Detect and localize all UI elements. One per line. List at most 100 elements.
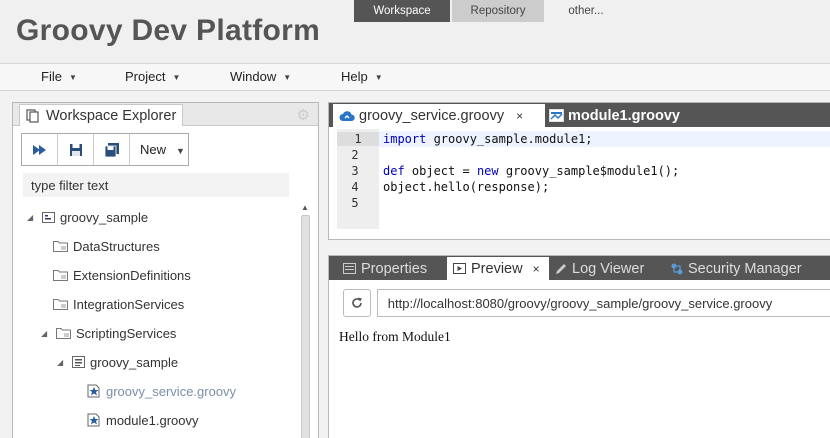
editor-file-icon xyxy=(549,109,564,122)
new-dropdown-button[interactable]: New ▼ xyxy=(130,142,185,157)
new-label: New xyxy=(140,142,167,157)
code-keyword: import xyxy=(383,132,427,146)
save-icon xyxy=(69,143,82,156)
tab-label: Log Viewer xyxy=(572,260,645,277)
tree-item-project[interactable]: ◢ groovy_sample xyxy=(27,207,148,227)
save-all-button[interactable] xyxy=(94,134,130,165)
menu-window[interactable]: Window ▼ xyxy=(230,69,291,84)
explorer-tabbar: Workspace Explorer ⚙ xyxy=(13,103,318,126)
tree-label: DataStructures xyxy=(73,238,160,254)
properties-icon xyxy=(343,263,356,274)
perspective-workspace[interactable]: Workspace xyxy=(354,0,450,22)
refresh-icon xyxy=(352,297,362,308)
security-icon xyxy=(671,263,683,274)
preview-output: Hello from Module1 xyxy=(339,329,451,344)
tree-item-module1[interactable]: module1.groovy xyxy=(87,410,199,430)
menu-project[interactable]: Project ▼ xyxy=(125,69,180,84)
preview-tabbar: Properties Preview × Log Viewer Security… xyxy=(329,256,830,280)
save-all-icon xyxy=(104,142,119,157)
tab-workspace-explorer[interactable]: Workspace Explorer xyxy=(19,104,183,126)
caret-down-icon: ▼ xyxy=(176,145,185,156)
explorer-toolbar: New ▼ xyxy=(21,133,189,166)
editor-panel: groovy_service.groovy × module1.groovy 1… xyxy=(328,102,830,240)
code-keyword: new xyxy=(476,164,499,178)
tab-label: Security Manager xyxy=(688,260,802,277)
workspace-explorer-panel: Workspace Explorer ⚙ New ▼ type filter te… xyxy=(12,102,319,438)
chevron-down-icon: ▼ xyxy=(374,73,383,82)
folder-icon xyxy=(53,240,68,252)
tree-scrollbar[interactable]: ▲ xyxy=(299,203,311,438)
code-text: object = xyxy=(404,164,477,178)
preview-icon xyxy=(453,263,466,274)
tree-item-datastructures[interactable]: DataStructures xyxy=(53,236,160,256)
folder-icon xyxy=(53,298,68,310)
close-icon[interactable]: × xyxy=(516,109,523,123)
tab-security-manager[interactable]: Security Manager xyxy=(671,257,802,280)
tree-item-scriptingservices[interactable]: ◢ ScriptingServices xyxy=(41,323,176,343)
chevron-down-icon: ▼ xyxy=(172,73,181,82)
tree-label: IntegrationServices xyxy=(73,296,185,312)
perspective-repository[interactable]: Repository xyxy=(452,0,544,22)
pencil-icon xyxy=(556,263,566,274)
line-number-gutter: 1 2 3 4 5 xyxy=(337,129,379,229)
menu-file-label: File xyxy=(41,69,62,84)
line-number: 5 xyxy=(351,196,359,210)
menu-help-label: Help xyxy=(341,69,368,84)
scroll-up-icon[interactable]: ▲ xyxy=(301,203,309,212)
code-text: object.hello(response); xyxy=(383,180,550,194)
code-keyword: def xyxy=(383,164,405,178)
menu-window-label: Window xyxy=(230,69,277,84)
preview-panel: Properties Preview × Log Viewer Security… xyxy=(328,255,830,438)
scroll-thumb[interactable] xyxy=(301,215,310,438)
cloud-icon xyxy=(339,110,355,121)
publish-button[interactable] xyxy=(22,134,58,165)
filter-input[interactable]: type filter text xyxy=(23,173,289,197)
tab-properties[interactable]: Properties xyxy=(343,257,427,280)
tree-item-groovy-service[interactable]: groovy_service.groovy xyxy=(87,381,236,401)
menu-help[interactable]: Help ▼ xyxy=(341,69,383,84)
url-input[interactable]: http://localhost:8080/groovy/groovy_samp… xyxy=(376,289,830,317)
reload-button[interactable] xyxy=(343,289,371,317)
folder-icon xyxy=(53,269,68,281)
groovy-file-icon xyxy=(87,413,101,427)
code-text: groovy_sample.module1; xyxy=(426,132,593,146)
tab-preview[interactable]: Preview × xyxy=(447,257,549,280)
editor-tabbar: groovy_service.groovy × module1.groovy xyxy=(329,103,830,127)
code-line-4: object.hello(response); xyxy=(383,180,549,196)
tree-label: module1.groovy xyxy=(106,412,199,428)
perspective-switcher: Workspace Repository other... xyxy=(354,0,628,22)
line-number: 1 xyxy=(337,132,379,146)
url-bar: http://localhost:8080/groovy/groovy_samp… xyxy=(343,289,830,317)
line-number: 2 xyxy=(351,148,359,162)
code-text: groovy_sample$module1(); xyxy=(498,164,680,178)
folder-icon xyxy=(56,327,71,339)
explorer-icon xyxy=(26,108,39,123)
code-line-3: def object = new groovy_sample$module1()… xyxy=(383,164,679,180)
tab-module1[interactable]: module1.groovy xyxy=(549,104,680,127)
menu-project-label: Project xyxy=(125,69,166,84)
line-number: 3 xyxy=(351,164,359,178)
tab-groovy-service[interactable]: groovy_service.groovy × xyxy=(333,104,545,127)
perspective-other[interactable]: other... xyxy=(546,0,626,22)
code-line-1: import groovy_sample.module1; xyxy=(383,132,593,148)
tree-label: ExtensionDefinitions xyxy=(73,267,191,283)
explorer-title: Workspace Explorer xyxy=(46,107,177,124)
tree-item-extensiondefinitions[interactable]: ExtensionDefinitions xyxy=(53,265,191,285)
expand-arrow-icon: ◢ xyxy=(41,328,48,338)
tab-label: Preview xyxy=(471,260,523,277)
tree-label: groovy_sample xyxy=(90,354,179,370)
tree-item-integrationservices[interactable]: IntegrationServices xyxy=(53,294,184,314)
app-header: Groovy Dev Platform Workspace Repository… xyxy=(0,0,830,64)
gear-icon[interactable]: ⚙ xyxy=(297,106,310,124)
groovy-file-icon xyxy=(87,384,101,398)
line-number: 4 xyxy=(351,180,359,194)
save-button[interactable] xyxy=(58,134,94,165)
tab-log-viewer[interactable]: Log Viewer xyxy=(555,257,644,280)
tree-label: ScriptingServices xyxy=(76,325,177,341)
menu-file[interactable]: File ▼ xyxy=(41,69,77,84)
chevron-down-icon: ▼ xyxy=(283,73,292,82)
project-icon xyxy=(42,211,55,223)
chevron-down-icon: ▼ xyxy=(68,73,77,82)
close-icon[interactable]: × xyxy=(533,262,540,276)
tree-item-package[interactable]: ◢ groovy_sample xyxy=(57,352,178,372)
